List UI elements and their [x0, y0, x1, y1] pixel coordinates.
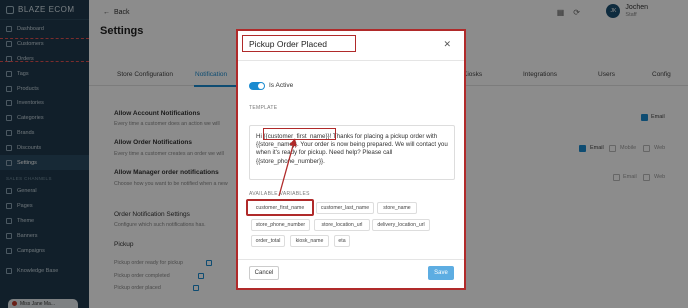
pickup-order-modal: Pickup Order Placed ✕ Is Active TEMPLATE… [236, 29, 466, 290]
variable-chip[interactable]: delivery_location_url [372, 219, 430, 231]
close-icon[interactable]: ✕ [443, 39, 451, 50]
variable-chip[interactable]: customer_last_name [316, 202, 374, 214]
variable-chip[interactable]: eta [334, 235, 350, 247]
variable-chip[interactable]: order_total [251, 235, 285, 247]
save-button[interactable]: Save [428, 266, 454, 280]
variable-chip[interactable]: customer_first_name [246, 199, 314, 216]
variable-chip[interactable]: kiosk_name [290, 235, 329, 247]
divider [238, 60, 464, 61]
modal-title: Pickup Order Placed [249, 39, 327, 49]
is-active-label: Is Active [269, 82, 294, 89]
divider [238, 259, 464, 260]
cancel-button[interactable]: Cancel [249, 266, 279, 280]
toggle-knob [258, 83, 264, 89]
variable-chip[interactable]: store_location_url [314, 219, 370, 231]
is-active-toggle[interactable] [249, 82, 265, 90]
variable-chip[interactable]: store_phone_number [251, 219, 310, 231]
template-label: TEMPLATE [249, 105, 278, 111]
variables-label: AVAILABLE VARIABLES [249, 191, 310, 197]
variable-chip[interactable]: store_name [377, 202, 417, 214]
template-variable-highlight [263, 128, 336, 140]
